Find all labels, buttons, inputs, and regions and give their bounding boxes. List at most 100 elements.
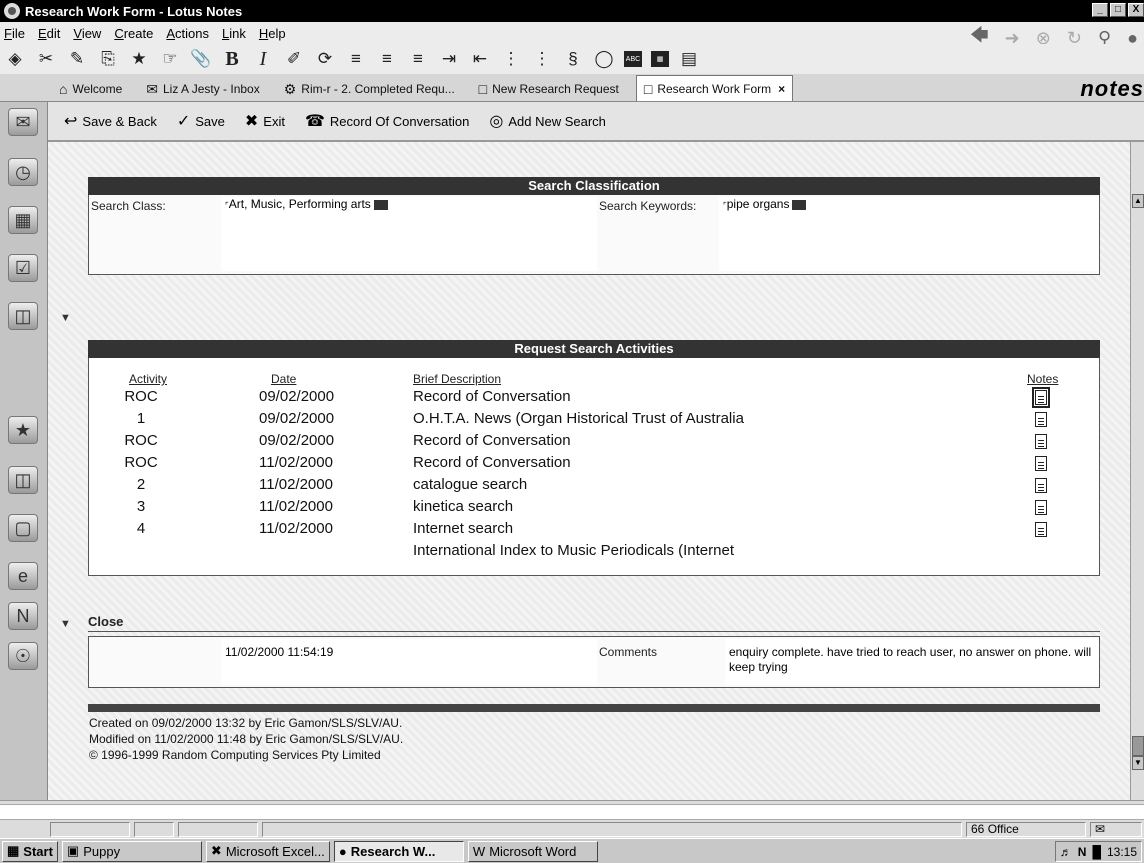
close-datetime-field[interactable]: 11/02/2000 11:54:19 [221,639,597,685]
document-icon: □ [478,81,488,97]
tab-research-work-form[interactable]: □ Research Work Form × [635,75,794,101]
taskbar-item[interactable]: ▣ Puppy [61,840,202,862]
calendar-bookmark-icon[interactable]: ◷ [8,158,38,186]
abc-spell-icon[interactable]: ABC [624,51,642,67]
align-right-icon[interactable]: ≡ [407,48,429,70]
note-document-icon[interactable] [1035,500,1047,515]
web-browser-bookmark-icon[interactable]: ☉ [8,642,38,670]
minimize-button[interactable]: _ [1092,3,1108,17]
outdent-icon[interactable]: ⇤ [469,48,491,70]
start-button[interactable]: ▦ Start [2,840,58,862]
activity-column-header[interactable]: Activity [129,372,167,386]
maximize-button[interactable]: □ [1110,3,1126,17]
tab-new-research-request[interactable]: □ New Research Request [472,77,626,101]
phone-icon: ☎ [304,113,325,130]
tab-completed-requests[interactable]: ⚙ Rim-r - 2. Completed Requ... [277,77,462,101]
scroll-up-icon[interactable]: ▲ [1132,194,1144,208]
clock[interactable]: 13:15 [1107,845,1137,859]
paste-special-icon[interactable]: ★ [128,48,150,70]
menu-view[interactable]: View [73,26,101,41]
properties-icon[interactable]: ◈ [4,48,26,70]
lotus-notes-app-icon[interactable] [4,3,20,19]
databases-bookmark-icon[interactable]: ◫ [8,466,38,494]
tab-inbox[interactable]: ✉ Liz A Jesty - Inbox [139,77,266,101]
menu-link[interactable]: Link [222,26,246,41]
comments-field[interactable]: enquiry complete. have tried to reach us… [725,639,1099,685]
taskbar-item-label: Research W... [350,843,436,859]
status-seg[interactable] [134,822,174,837]
section-twistie-icon[interactable]: ▼ [60,312,71,324]
hotspot-icon[interactable]: ◯ [593,48,615,70]
bold-icon[interactable]: B [221,48,243,70]
note-document-icon[interactable] [1035,456,1047,471]
close-tab-icon[interactable]: × [778,82,785,96]
numbers-icon[interactable]: ⋮ [531,48,553,70]
note-document-icon[interactable] [1032,387,1050,408]
cut-icon[interactable]: ✂ [35,48,57,70]
search-keywords-field[interactable]: ⌜pipe organs [719,197,1099,271]
note-document-icon[interactable] [1035,478,1047,493]
section-twistie-icon[interactable]: ▼ [60,618,71,630]
taskbar-item[interactable]: ● Research W... [333,840,464,862]
mail-status-icon[interactable]: ✉ [1090,822,1142,837]
save-and-back-button[interactable]: ↩ Save & Back [64,111,157,131]
date-cell: 11/02/2000 [259,520,333,537]
dropdown-icon[interactable] [792,199,807,210]
scroll-down-icon[interactable]: ▼ [1132,756,1144,770]
scroll-thumb[interactable] [1132,736,1144,756]
menu-create[interactable]: Create [114,26,153,41]
address-book-icon[interactable]: ▦ [8,206,38,234]
spell-icon[interactable]: ⟳ [314,48,336,70]
favorites-bookmark-icon[interactable]: ★ [8,416,38,444]
taskbar-item[interactable]: ✖ Microsoft Excel... [205,840,330,862]
save-button[interactable]: ✓ Save [177,111,225,131]
add-new-search-button[interactable]: ◎ Add New Search [489,111,606,131]
location-selector[interactable]: 66 Office [966,822,1086,837]
record-of-conversation-button[interactable]: ☎ Record Of Conversation [305,111,469,131]
replicator-icon[interactable]: ◫ [8,302,38,330]
todo-bookmark-icon[interactable]: ☑ [8,254,38,282]
note-document-icon[interactable] [1035,412,1047,427]
highlight-icon[interactable]: ☞ [159,48,181,70]
notes-column-header[interactable]: Notes [1027,372,1058,386]
date-column-header[interactable]: Date [271,372,296,386]
note-document-icon[interactable] [1035,522,1047,537]
align-left-icon[interactable]: ≡ [345,48,367,70]
status-seg[interactable] [50,822,130,837]
menu-edit[interactable]: Edit [38,26,60,41]
insert-table-icon[interactable]: ▤ [678,48,700,70]
align-center-icon[interactable]: ≡ [376,48,398,70]
date-cell: 09/02/2000 [259,432,335,449]
notes-tray-icon[interactable]: N [1078,845,1087,859]
window-title: Research Work Form - Lotus Notes [25,3,243,19]
search-class-field[interactable]: ⌜Art, Music, Performing arts [221,197,597,271]
start-label: Start [23,843,53,859]
exit-button[interactable]: ✖ Exit [245,111,285,131]
styles-icon[interactable]: § [562,48,584,70]
internet-explorer-icon[interactable]: e [8,562,38,590]
notes-bookmark-icon[interactable]: N [8,602,38,630]
description-column-header[interactable]: Brief Description [413,372,501,386]
paste-icon[interactable]: ⎘ [97,48,119,70]
vertical-scrollbar[interactable]: ▲ ▼ [1130,142,1144,800]
text-color-icon[interactable]: ✐ [283,48,305,70]
dropdown-icon[interactable] [373,199,388,210]
menu-file[interactable]: File [4,26,25,41]
indent-icon[interactable]: ⇥ [438,48,460,70]
tab-welcome[interactable]: ⌂ Welcome [52,77,129,101]
note-document-icon[interactable] [1035,434,1047,449]
bullets-icon[interactable]: ⋮ [500,48,522,70]
copy-icon[interactable]: ✎ [66,48,88,70]
more-bookmarks-icon[interactable]: ▢ [8,514,38,542]
mail-bookmark-icon[interactable]: ✉ [8,108,38,136]
network-icon[interactable]: █ [1092,845,1101,859]
close-button[interactable]: X [1128,3,1144,17]
menu-help[interactable]: Help [259,26,286,41]
table-icon[interactable]: ▦ [651,51,669,67]
attach-icon[interactable]: 📎 [190,48,212,70]
menu-actions[interactable]: Actions [166,26,209,41]
status-seg[interactable] [178,822,258,837]
italic-icon[interactable]: I [252,48,274,70]
taskbar-item[interactable]: W Microsoft Word [467,840,598,862]
volume-icon[interactable]: ♬ [1060,845,1072,859]
